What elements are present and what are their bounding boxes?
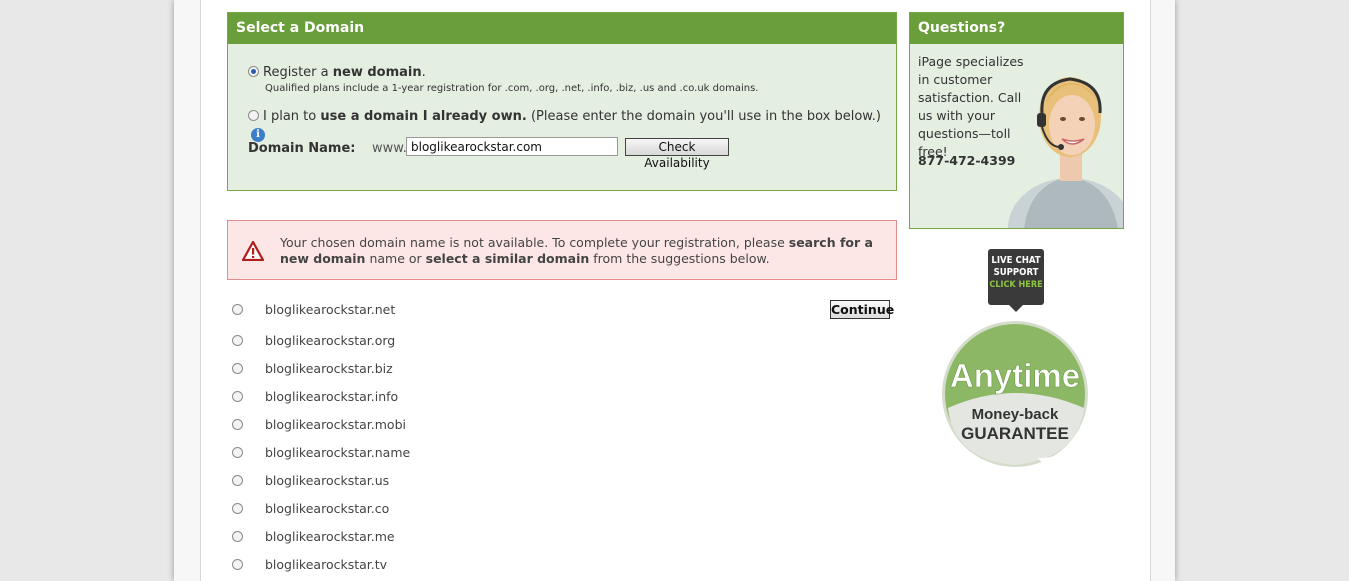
suggestion-radio[interactable] [232, 363, 243, 374]
register-new-domain-radio[interactable] [248, 66, 259, 77]
suggestion-item[interactable]: bloglikearockstar.us [232, 473, 389, 488]
register-new-bold: new domain [332, 65, 422, 80]
suggestion-item[interactable]: bloglikearockstar.me [232, 529, 395, 544]
suggestion-item[interactable]: bloglikearockstar.biz [232, 361, 393, 376]
chat-bubble-tail [1008, 304, 1024, 312]
questions-panel: Questions? iPage specializes in customer… [909, 12, 1124, 229]
suggestion-radio[interactable] [232, 503, 243, 514]
use-own-bold: use a domain I already own. [320, 109, 527, 124]
questions-title: Questions? [910, 13, 1123, 44]
live-chat-button[interactable]: LIVE CHAT SUPPORT CLICK HERE [988, 249, 1044, 305]
suggestion-item[interactable]: bloglikearockstar.info [232, 389, 398, 404]
domain-name-label: Domain Name: [248, 141, 356, 156]
chat-line-2: SUPPORT [993, 267, 1039, 278]
alert-text-2: name or [365, 251, 426, 266]
continue-button[interactable]: Continue [830, 300, 894, 319]
suggestion-item[interactable]: bloglikearockstar.org [232, 333, 395, 348]
suggestion-label: bloglikearockstar.us [265, 473, 390, 488]
guarantee-line-3: GUARANTEE [961, 424, 1069, 443]
domain-name-input[interactable] [406, 137, 618, 156]
suggestion-radio[interactable] [232, 304, 243, 315]
suggestion-label: bloglikearockstar.co [265, 501, 390, 516]
suggestion-label: bloglikearockstar.org [265, 333, 396, 348]
chat-line-3: CLICK HERE [989, 280, 1043, 290]
suggestion-item[interactable]: bloglikearockstar.name [232, 445, 410, 460]
alert-text-3: from the suggestions below. [589, 251, 770, 266]
alert-text-1: Your chosen domain name is not available… [280, 235, 789, 250]
suggestion-radio[interactable] [232, 391, 243, 402]
register-new-domain-note: Qualified plans include a 1-year registr… [265, 83, 759, 94]
suggestion-radio[interactable] [232, 335, 243, 346]
suggestion-label: bloglikearockstar.net [265, 302, 396, 317]
support-phone: 877-472-4399 [918, 153, 1016, 168]
suggestion-label: bloglikearockstar.name [265, 445, 411, 460]
chat-line-1: LIVE CHAT [991, 255, 1041, 266]
register-new-domain-option[interactable]: Register a new domain. [248, 65, 426, 80]
use-own-prefix: I plan to [263, 109, 321, 124]
domain-unavailable-alert: Your chosen domain name is not available… [227, 220, 897, 280]
suggestion-label: bloglikearockstar.tv [265, 557, 388, 572]
suggestion-label: bloglikearockstar.me [265, 529, 395, 544]
suggestion-label: bloglikearockstar.mobi [265, 417, 406, 432]
suggestion-label: bloglikearockstar.info [265, 389, 399, 404]
suggestion-radio[interactable] [232, 447, 243, 458]
guarantee-line-2: Money-back [972, 406, 1059, 423]
suggestion-radio[interactable] [232, 475, 243, 486]
register-new-prefix: Register a [263, 65, 333, 80]
info-icon[interactable]: i [251, 128, 265, 142]
suggestion-radio[interactable] [232, 531, 243, 542]
questions-text: iPage specializes in customer satisfacti… [918, 54, 1024, 159]
suggestion-radio[interactable] [232, 559, 243, 570]
select-domain-title: Select a Domain [228, 13, 896, 44]
suggestion-item[interactable]: bloglikearockstar.net [232, 302, 395, 317]
use-own-suffix: (Please enter the domain you'll use in t… [526, 109, 881, 124]
check-availability-button[interactable]: Check Availability [625, 138, 729, 170]
alert-message: Your chosen domain name is not available… [280, 235, 880, 267]
register-new-suffix: . [421, 65, 426, 80]
suggestion-item[interactable]: bloglikearockstar.tv [232, 557, 387, 572]
select-domain-panel: Select a Domain Register a new domain. Q… [227, 12, 897, 191]
suggestion-item[interactable]: bloglikearockstar.mobi [232, 417, 406, 432]
warning-icon [242, 241, 264, 261]
money-back-guarantee-seal: Anytime Money-back GUARANTEE [942, 321, 1088, 468]
suggestion-item[interactable]: bloglikearockstar.co [232, 501, 389, 516]
guarantee-line-1: Anytime [950, 357, 1080, 394]
alert-select-similar-link: select a similar domain [425, 251, 590, 266]
use-own-domain-radio[interactable] [248, 110, 259, 121]
suggestion-label: bloglikearockstar.biz [265, 361, 393, 376]
www-prefix: www. [372, 141, 407, 156]
suggestion-radio[interactable] [232, 419, 243, 430]
